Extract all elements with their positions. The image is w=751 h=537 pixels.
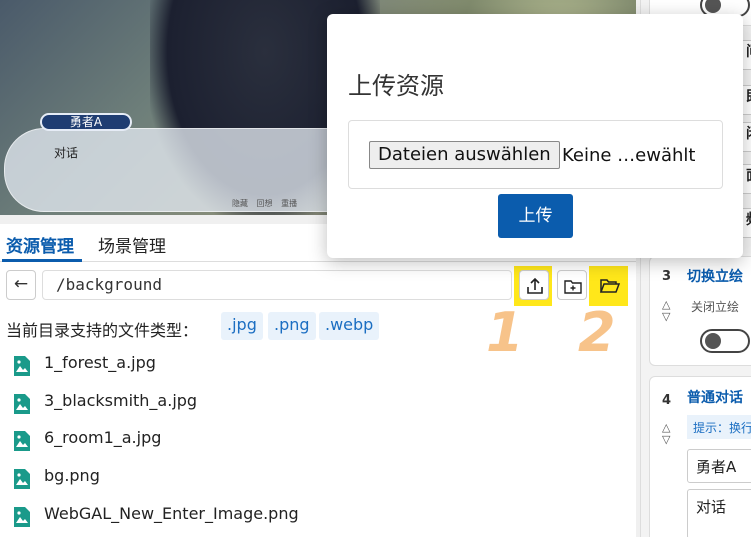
hint-bar: 提示：换行 bbox=[687, 415, 751, 439]
card-subtitle: 关闭立绘 bbox=[691, 300, 740, 314]
file-name: 1_forest_a.jpg bbox=[44, 353, 156, 372]
type-chip-webp: .webp bbox=[319, 312, 380, 340]
tab-assets[interactable]: 资源管理 bbox=[6, 232, 74, 257]
tab-scenes[interactable]: 场景管理 bbox=[98, 232, 166, 257]
reorder-arrows-icon[interactable]: △ ▽ bbox=[662, 422, 670, 446]
open-folder-button[interactable] bbox=[593, 270, 623, 300]
file-name: 6_room1_a.jpg bbox=[44, 428, 162, 447]
asset-panel: ← /background 1 2 当前目录支持的文件类型： .jpg .png… bbox=[0, 262, 636, 537]
path-field[interactable]: /background bbox=[42, 270, 512, 300]
backlog-control[interactable]: 回想 bbox=[257, 199, 273, 208]
card-number: 4 bbox=[662, 393, 672, 408]
annotation-1: 1 bbox=[486, 301, 524, 364]
sentence-card-3: 3 切换立绘 △ ▽ 关闭立绘 bbox=[649, 256, 751, 366]
speaker-name-tag: 勇者A bbox=[40, 113, 132, 131]
file-name: WebGAL_New_Enter_Image.png bbox=[44, 504, 299, 523]
image-file-icon bbox=[14, 431, 30, 451]
file-item[interactable]: 6_room1_a.jpg bbox=[12, 426, 432, 456]
choose-files-button[interactable]: Dateien auswählen bbox=[369, 141, 560, 169]
sentence-card-4: 4 普通对话 提示：换行 △ ▽ 勇者A 对话 bbox=[649, 376, 751, 537]
file-item[interactable]: WebGAL_New_Enter_Image.png bbox=[12, 502, 432, 532]
replay-control[interactable]: 重播 bbox=[281, 199, 297, 208]
dialogue-text: 对话 bbox=[54, 146, 79, 160]
file-input: Dateien auswählen Keine …ewählt bbox=[348, 120, 723, 189]
reorder-arrows-icon[interactable]: △ ▽ bbox=[662, 299, 670, 323]
hide-control[interactable]: 隐藏 bbox=[232, 199, 248, 208]
no-file-status: Keine …ewählt bbox=[562, 145, 696, 166]
app-window: 勇者A 对话 隐藏 回想 重播 资源管理 场景管理 ← /background bbox=[0, 0, 751, 537]
file-name: 3_blacksmith_a.jpg bbox=[44, 391, 198, 410]
file-name: bg.png bbox=[44, 466, 100, 485]
supported-types-label: 当前目录支持的文件类型： bbox=[6, 321, 199, 340]
image-file-icon bbox=[14, 507, 30, 527]
folder-plus-icon bbox=[564, 280, 582, 294]
type-chip-png: .png bbox=[268, 312, 316, 340]
type-chip-jpg: .jpg bbox=[221, 312, 263, 340]
dialogue-field[interactable]: 对话 bbox=[687, 489, 751, 537]
image-file-icon bbox=[14, 356, 30, 376]
upload-submit-button[interactable]: 上传 bbox=[498, 194, 573, 238]
upload-modal: 上传资源 Dateien auswählen Keine …ewählt 上传 bbox=[327, 14, 743, 258]
image-file-icon bbox=[14, 394, 30, 414]
card-title: 切换立绘 bbox=[687, 269, 743, 285]
annotation-2: 2 bbox=[578, 301, 616, 364]
card-title: 普通对话 bbox=[687, 390, 743, 406]
card-number: 3 bbox=[662, 269, 672, 284]
back-button[interactable]: ← bbox=[6, 270, 36, 300]
folder-open-icon bbox=[599, 279, 621, 293]
preview-controls: 隐藏 回想 重播 bbox=[232, 198, 303, 209]
upload-icon bbox=[527, 277, 543, 294]
file-item[interactable]: 3_blacksmith_a.jpg bbox=[12, 389, 432, 419]
upload-button[interactable] bbox=[519, 270, 549, 300]
image-file-icon bbox=[14, 469, 30, 489]
modal-title: 上传资源 bbox=[348, 72, 444, 100]
toggle-switch[interactable] bbox=[700, 329, 750, 353]
arrow-left-icon: ← bbox=[13, 274, 29, 294]
file-item[interactable]: 1_forest_a.jpg bbox=[12, 351, 432, 381]
speaker-field[interactable]: 勇者A bbox=[687, 449, 751, 483]
new-folder-button[interactable] bbox=[557, 270, 587, 300]
file-item[interactable]: bg.png bbox=[12, 464, 432, 494]
